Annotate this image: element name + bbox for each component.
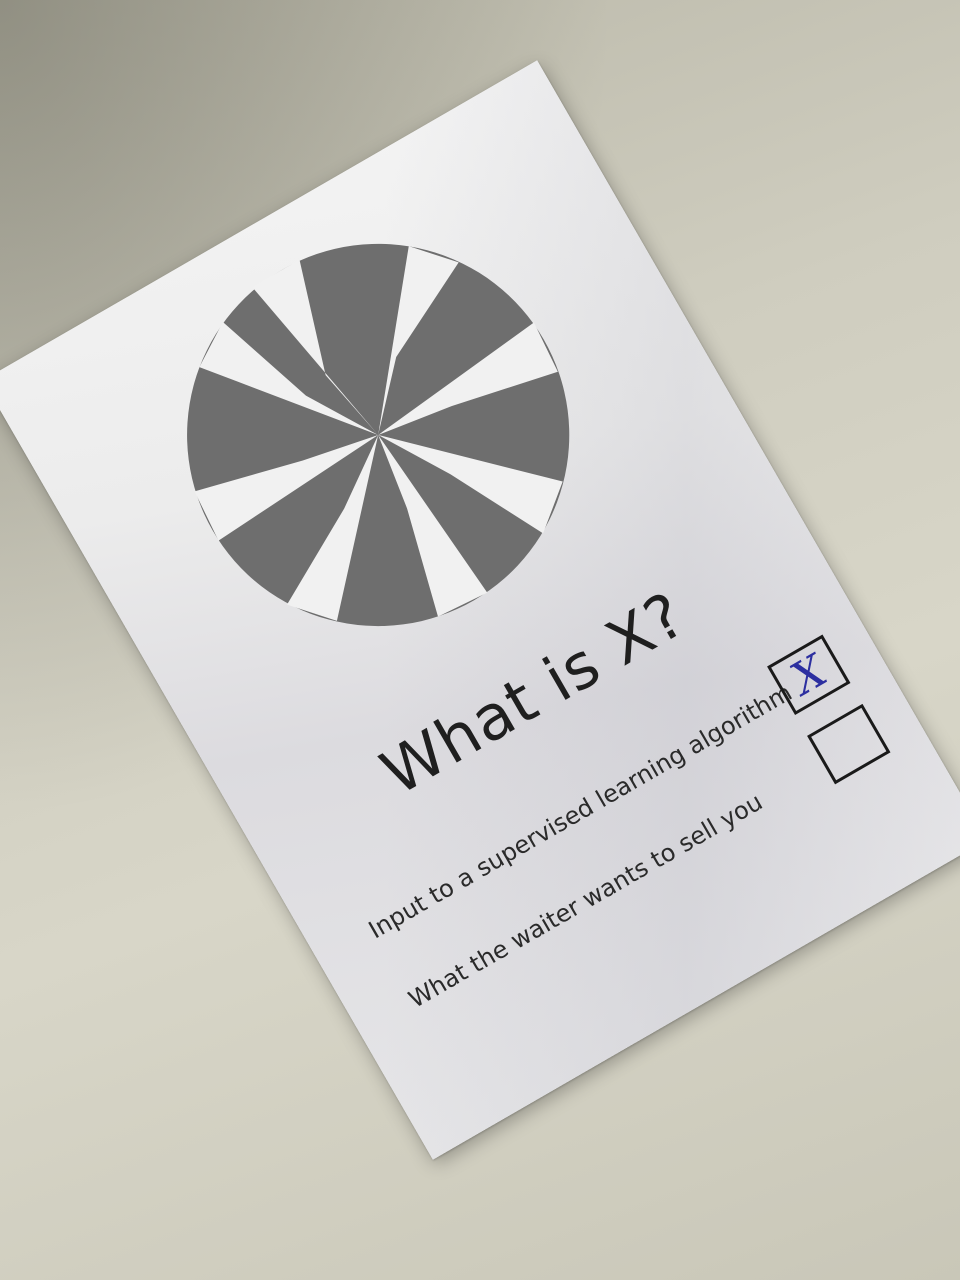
- paper-sheet: What is X? Input to a supervised learnin…: [0, 60, 960, 1160]
- emblem-disc: [187, 243, 570, 627]
- pinwheel-emblem-icon: [112, 169, 645, 702]
- empty-mark: [811, 708, 886, 780]
- photo-scene: What is X? Input to a supervised learnin…: [0, 0, 960, 1280]
- emblem-graphic: [187, 243, 570, 627]
- answer-list: Input to a supervised learning algorithm…: [355, 634, 903, 1044]
